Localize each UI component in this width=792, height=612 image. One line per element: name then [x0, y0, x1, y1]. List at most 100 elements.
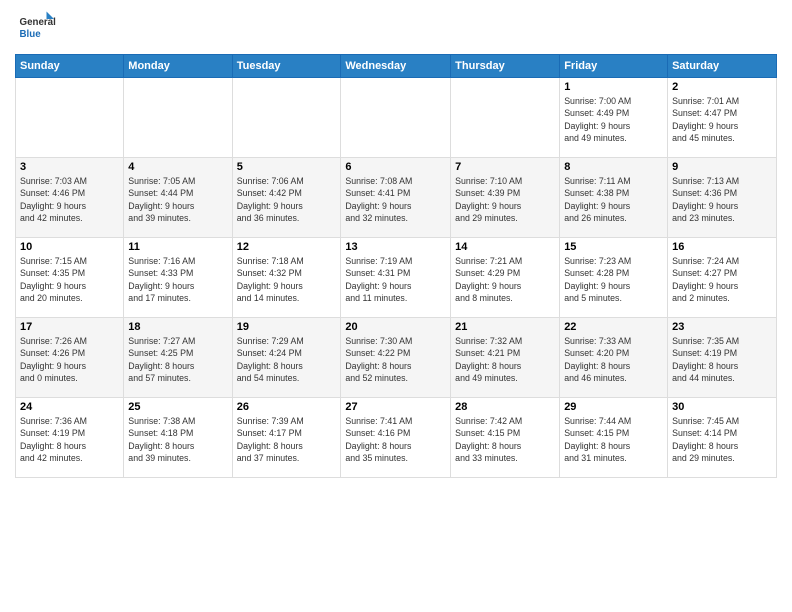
day-info: Sunrise: 7:23 AM Sunset: 4:28 PM Dayligh…	[564, 255, 663, 304]
day-number: 25	[128, 401, 227, 413]
calendar-day-21: 21 Sunrise: 7:32 AM Sunset: 4:21 PM Dayli…	[451, 318, 560, 398]
calendar-day-6: 6 Sunrise: 7:08 AM Sunset: 4:41 PM Daylig…	[341, 158, 451, 238]
day-number: 17	[20, 321, 119, 333]
calendar-empty-cell	[16, 78, 124, 158]
day-info: Sunrise: 7:15 AM Sunset: 4:35 PM Dayligh…	[20, 255, 119, 304]
day-info: Sunrise: 7:16 AM Sunset: 4:33 PM Dayligh…	[128, 255, 227, 304]
day-number: 4	[128, 161, 227, 173]
calendar-day-26: 26 Sunrise: 7:39 AM Sunset: 4:17 PM Dayli…	[232, 398, 341, 478]
calendar-day-27: 27 Sunrise: 7:41 AM Sunset: 4:16 PM Dayli…	[341, 398, 451, 478]
page: General Blue SundayMondayTuesdayWednesda…	[0, 0, 792, 612]
day-info: Sunrise: 7:42 AM Sunset: 4:15 PM Dayligh…	[455, 415, 555, 464]
calendar-empty-cell	[451, 78, 560, 158]
calendar-day-20: 20 Sunrise: 7:30 AM Sunset: 4:22 PM Dayli…	[341, 318, 451, 398]
calendar-day-19: 19 Sunrise: 7:29 AM Sunset: 4:24 PM Dayli…	[232, 318, 341, 398]
day-number: 20	[345, 321, 446, 333]
calendar-empty-cell	[232, 78, 341, 158]
day-info: Sunrise: 7:35 AM Sunset: 4:19 PM Dayligh…	[672, 335, 772, 384]
calendar-day-11: 11Sunrise: 7:16 AM Sunset: 4:33 PM Dayli…	[124, 238, 232, 318]
day-number: 12	[237, 241, 337, 253]
day-info: Sunrise: 7:11 AM Sunset: 4:38 PM Dayligh…	[564, 175, 663, 224]
day-info: Sunrise: 7:45 AM Sunset: 4:14 PM Dayligh…	[672, 415, 772, 464]
day-info: Sunrise: 7:21 AM Sunset: 4:29 PM Dayligh…	[455, 255, 555, 304]
day-info: Sunrise: 7:36 AM Sunset: 4:19 PM Dayligh…	[20, 415, 119, 464]
day-info: Sunrise: 7:27 AM Sunset: 4:25 PM Dayligh…	[128, 335, 227, 384]
calendar-header-thursday: Thursday	[451, 55, 560, 78]
calendar-day-29: 29 Sunrise: 7:44 AM Sunset: 4:15 PM Dayli…	[560, 398, 668, 478]
day-number: 8	[564, 161, 663, 173]
day-info: Sunrise: 7:41 AM Sunset: 4:16 PM Dayligh…	[345, 415, 446, 464]
day-info: Sunrise: 7:29 AM Sunset: 4:24 PM Dayligh…	[237, 335, 337, 384]
calendar-week-row: 17 Sunrise: 7:26 AM Sunset: 4:26 PM Dayli…	[16, 318, 777, 398]
day-info: Sunrise: 7:19 AM Sunset: 4:31 PM Dayligh…	[345, 255, 446, 304]
day-info: Sunrise: 7:39 AM Sunset: 4:17 PM Dayligh…	[237, 415, 337, 464]
calendar-day-3: 3Sunrise: 7:03 AM Sunset: 4:46 PM Daylig…	[16, 158, 124, 238]
day-info: Sunrise: 7:30 AM Sunset: 4:22 PM Dayligh…	[345, 335, 446, 384]
day-number: 22	[564, 321, 663, 333]
day-number: 24	[20, 401, 119, 413]
day-number: 9	[672, 161, 772, 173]
day-number: 7	[455, 161, 555, 173]
calendar-week-row: 1 Sunrise: 7:00 AM Sunset: 4:49 PM Daylig…	[16, 78, 777, 158]
calendar-empty-cell	[124, 78, 232, 158]
calendar-day-22: 22 Sunrise: 7:33 AM Sunset: 4:20 PM Dayli…	[560, 318, 668, 398]
calendar-week-row: 24 Sunrise: 7:36 AM Sunset: 4:19 PM Dayli…	[16, 398, 777, 478]
day-number: 26	[237, 401, 337, 413]
day-info: Sunrise: 7:13 AM Sunset: 4:36 PM Dayligh…	[672, 175, 772, 224]
calendar-day-13: 13Sunrise: 7:19 AM Sunset: 4:31 PM Dayli…	[341, 238, 451, 318]
calendar-header-row: SundayMondayTuesdayWednesdayThursdayFrid…	[16, 55, 777, 78]
calendar-day-5: 5 Sunrise: 7:06 AM Sunset: 4:42 PM Daylig…	[232, 158, 341, 238]
calendar-day-2: 2 Sunrise: 7:01 AM Sunset: 4:47 PM Daylig…	[668, 78, 777, 158]
calendar-day-18: 18Sunrise: 7:27 AM Sunset: 4:25 PM Dayli…	[124, 318, 232, 398]
calendar-day-16: 16Sunrise: 7:24 AM Sunset: 4:27 PM Dayli…	[668, 238, 777, 318]
day-number: 5	[237, 161, 337, 173]
calendar-header-wednesday: Wednesday	[341, 55, 451, 78]
logo-svg: General Blue	[15, 10, 57, 46]
day-info: Sunrise: 7:01 AM Sunset: 4:47 PM Dayligh…	[672, 95, 772, 144]
day-number: 1	[564, 81, 663, 93]
calendar-day-9: 9 Sunrise: 7:13 AM Sunset: 4:36 PM Daylig…	[668, 158, 777, 238]
day-info: Sunrise: 7:32 AM Sunset: 4:21 PM Dayligh…	[455, 335, 555, 384]
day-info: Sunrise: 7:44 AM Sunset: 4:15 PM Dayligh…	[564, 415, 663, 464]
calendar-header-sunday: Sunday	[16, 55, 124, 78]
day-number: 16	[672, 241, 772, 253]
day-info: Sunrise: 7:00 AM Sunset: 4:49 PM Dayligh…	[564, 95, 663, 144]
calendar-day-4: 4 Sunrise: 7:05 AM Sunset: 4:44 PM Daylig…	[124, 158, 232, 238]
calendar-day-30: 30 Sunrise: 7:45 AM Sunset: 4:14 PM Dayli…	[668, 398, 777, 478]
calendar-header-friday: Friday	[560, 55, 668, 78]
day-info: Sunrise: 7:26 AM Sunset: 4:26 PM Dayligh…	[20, 335, 119, 384]
day-number: 30	[672, 401, 772, 413]
day-number: 6	[345, 161, 446, 173]
day-number: 28	[455, 401, 555, 413]
header: General Blue	[15, 10, 777, 46]
calendar-day-10: 10 Sunrise: 7:15 AM Sunset: 4:35 PM Dayli…	[16, 238, 124, 318]
day-info: Sunrise: 7:10 AM Sunset: 4:39 PM Dayligh…	[455, 175, 555, 224]
day-number: 14	[455, 241, 555, 253]
calendar-day-14: 14 Sunrise: 7:21 AM Sunset: 4:29 PM Dayli…	[451, 238, 560, 318]
calendar-day-25: 25 Sunrise: 7:38 AM Sunset: 4:18 PM Dayli…	[124, 398, 232, 478]
calendar-header-tuesday: Tuesday	[232, 55, 341, 78]
day-info: Sunrise: 7:05 AM Sunset: 4:44 PM Dayligh…	[128, 175, 227, 224]
day-info: Sunrise: 7:33 AM Sunset: 4:20 PM Dayligh…	[564, 335, 663, 384]
day-info: Sunrise: 7:38 AM Sunset: 4:18 PM Dayligh…	[128, 415, 227, 464]
day-info: Sunrise: 7:18 AM Sunset: 4:32 PM Dayligh…	[237, 255, 337, 304]
calendar-week-row: 10 Sunrise: 7:15 AM Sunset: 4:35 PM Dayli…	[16, 238, 777, 318]
day-info: Sunrise: 7:06 AM Sunset: 4:42 PM Dayligh…	[237, 175, 337, 224]
day-number: 2	[672, 81, 772, 93]
calendar-day-23: 23 Sunrise: 7:35 AM Sunset: 4:19 PM Dayli…	[668, 318, 777, 398]
day-number: 29	[564, 401, 663, 413]
day-number: 10	[20, 241, 119, 253]
calendar-day-28: 28 Sunrise: 7:42 AM Sunset: 4:15 PM Dayli…	[451, 398, 560, 478]
calendar-week-row: 3Sunrise: 7:03 AM Sunset: 4:46 PM Daylig…	[16, 158, 777, 238]
logo: General Blue	[15, 10, 57, 46]
day-number: 19	[237, 321, 337, 333]
day-info: Sunrise: 7:08 AM Sunset: 4:41 PM Dayligh…	[345, 175, 446, 224]
svg-text:Blue: Blue	[20, 29, 42, 40]
day-number: 21	[455, 321, 555, 333]
calendar-table: SundayMondayTuesdayWednesdayThursdayFrid…	[15, 54, 777, 478]
day-number: 23	[672, 321, 772, 333]
calendar-day-1: 1 Sunrise: 7:00 AM Sunset: 4:49 PM Daylig…	[560, 78, 668, 158]
calendar-day-17: 17 Sunrise: 7:26 AM Sunset: 4:26 PM Dayli…	[16, 318, 124, 398]
calendar-day-12: 12 Sunrise: 7:18 AM Sunset: 4:32 PM Dayli…	[232, 238, 341, 318]
day-number: 27	[345, 401, 446, 413]
